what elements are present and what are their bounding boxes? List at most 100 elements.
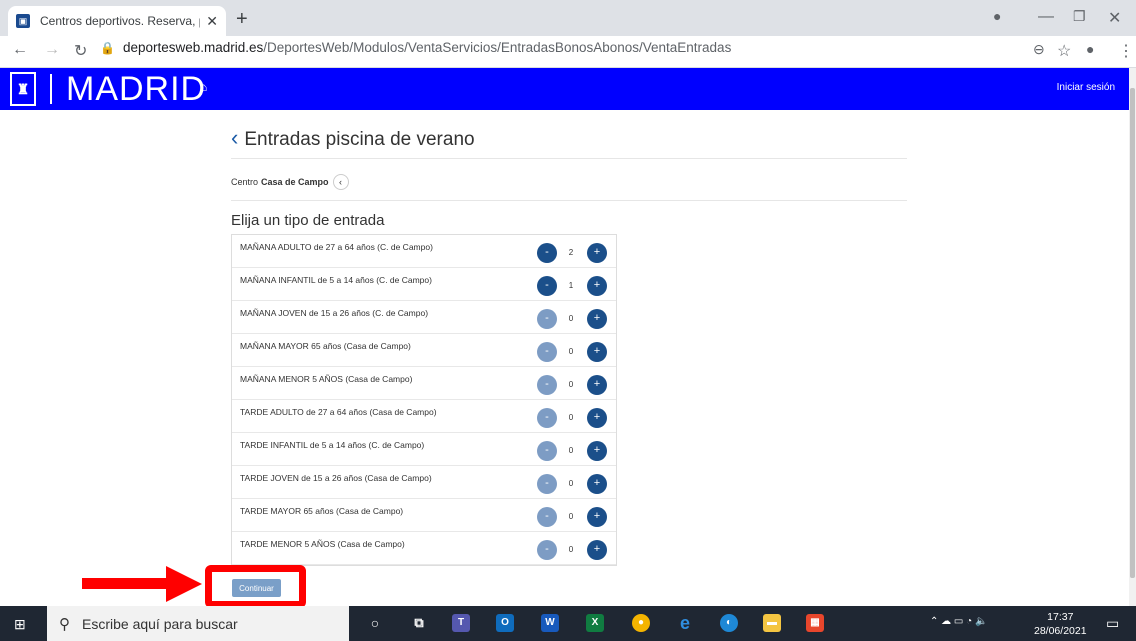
tab-close-icon[interactable]: ✕ bbox=[206, 13, 218, 30]
ticket-row: TARDE JOVEN de 15 a 26 años (Casa de Cam… bbox=[232, 466, 616, 499]
highlight-box bbox=[205, 565, 306, 608]
ticket-row: TARDE ADULTO de 27 a 64 años (Casa de Ca… bbox=[232, 400, 616, 433]
ticket-label: MAÑANA MENOR 5 AÑOS (Casa de Campo) bbox=[240, 374, 413, 384]
ticket-label: MAÑANA INFANTIL de 5 a 14 años (C. de Ca… bbox=[240, 275, 432, 285]
ticket-label: MAÑANA ADULTO de 27 a 64 años (C. de Cam… bbox=[240, 242, 433, 252]
close-window-icon[interactable]: ✕ bbox=[1108, 8, 1121, 28]
lock-icon: 🔒 bbox=[100, 41, 115, 55]
taskbar-search[interactable]: ⚲ Escribe aquí para buscar bbox=[47, 606, 349, 641]
increment-button[interactable]: + bbox=[587, 408, 607, 428]
edge-icon[interactable]: ◐ bbox=[720, 614, 738, 632]
ticket-row: MAÑANA MAYOR 65 años (Casa de Campo) - 0 + bbox=[232, 334, 616, 367]
ticket-quantity: 0 bbox=[568, 314, 574, 323]
decrement-button[interactable]: - bbox=[537, 408, 557, 428]
taskbar-clock[interactable]: 17:37 28/06/2021 bbox=[1034, 610, 1087, 638]
ticket-label: TARDE INFANTIL de 5 a 14 años (C. de Cam… bbox=[240, 440, 425, 450]
decrement-button[interactable]: - bbox=[537, 309, 557, 329]
increment-button[interactable]: + bbox=[587, 507, 607, 527]
site-header: ♜ MADRID ⌂ Iniciar sesión bbox=[0, 68, 1129, 110]
red-arrow-icon bbox=[82, 566, 202, 602]
cortana-icon[interactable]: ○ bbox=[366, 614, 384, 632]
ticket-quantity: 0 bbox=[568, 347, 574, 356]
tab-title: Centros deportivos. Reserva, pag bbox=[40, 14, 200, 28]
profile-icon[interactable]: ● bbox=[993, 8, 1001, 24]
bookmark-star-icon[interactable]: ☆ bbox=[1057, 41, 1071, 61]
increment-button[interactable]: + bbox=[587, 276, 607, 296]
forward-arrow-icon[interactable]: → bbox=[44, 41, 60, 59]
system-tray-icons[interactable]: ⌃ ☁ ▭ ◔ 🔈 bbox=[930, 616, 987, 627]
page-title-row: ‹ Entradas piscina de verano bbox=[231, 125, 475, 151]
menu-kebab-icon[interactable]: ⋮ bbox=[1118, 41, 1134, 61]
url-field[interactable]: 🔒 deportesweb.madrid.es/DeportesWeb/Modul… bbox=[100, 40, 731, 55]
header-divider bbox=[50, 74, 52, 104]
back-chevron-icon[interactable]: ‹ bbox=[231, 125, 238, 150]
restore-icon[interactable]: ❐ bbox=[1073, 8, 1086, 25]
decrement-button[interactable]: - bbox=[537, 375, 557, 395]
home-icon[interactable]: ⌂ bbox=[200, 80, 207, 94]
decrement-button[interactable]: - bbox=[537, 540, 557, 560]
account-icon[interactable]: ● bbox=[1086, 41, 1094, 57]
notification-icon[interactable]: ▭ bbox=[1106, 615, 1119, 632]
ticket-quantity: 0 bbox=[568, 512, 574, 521]
ticket-label: MAÑANA MAYOR 65 años (Casa de Campo) bbox=[240, 341, 411, 351]
ticket-label: MAÑANA JOVEN de 15 a 26 años (C. de Camp… bbox=[240, 308, 429, 318]
increment-button[interactable]: + bbox=[587, 375, 607, 395]
arrow-shaft bbox=[82, 578, 168, 589]
outlook-icon[interactable]: O bbox=[496, 614, 514, 632]
task-view-icon[interactable]: ⧉ bbox=[410, 614, 428, 632]
page-scrollbar[interactable] bbox=[1129, 68, 1136, 606]
ticket-row: MAÑANA JOVEN de 15 a 26 años (C. de Camp… bbox=[232, 301, 616, 334]
clock-date: 28/06/2021 bbox=[1034, 625, 1087, 637]
change-centro-button[interactable]: ‹ bbox=[332, 174, 349, 190]
search-placeholder: Escribe aquí para buscar bbox=[82, 615, 238, 632]
increment-button[interactable]: + bbox=[587, 243, 607, 263]
increment-button[interactable]: + bbox=[587, 540, 607, 560]
store-icon[interactable]: ▦ bbox=[806, 614, 824, 632]
reload-icon[interactable]: ↻ bbox=[74, 41, 87, 61]
increment-button[interactable]: + bbox=[587, 441, 607, 461]
excel-icon[interactable]: X bbox=[586, 614, 604, 632]
browser-tab[interactable]: ▣ Centros deportivos. Reserva, pag ✕ bbox=[8, 6, 226, 36]
chrome-icon[interactable]: ● bbox=[632, 614, 650, 632]
word-icon[interactable]: W bbox=[541, 614, 559, 632]
windows-start-icon[interactable]: ⊞ bbox=[14, 616, 26, 633]
divider bbox=[231, 200, 907, 201]
ticket-quantity: 0 bbox=[568, 446, 574, 455]
scrollbar-thumb[interactable] bbox=[1130, 88, 1135, 578]
decrement-button[interactable]: - bbox=[537, 507, 557, 527]
ticket-label: TARDE MAYOR 65 años (Casa de Campo) bbox=[240, 506, 404, 516]
new-tab-button[interactable]: + bbox=[236, 8, 248, 31]
login-link[interactable]: Iniciar sesión bbox=[1057, 82, 1115, 93]
windows-taskbar: ⊞ ⚲ Escribe aquí para buscar ○ ⧉ T O W X… bbox=[0, 606, 1136, 641]
madrid-crest-icon[interactable]: ♜ bbox=[10, 72, 36, 106]
ticket-row: MAÑANA INFANTIL de 5 a 14 años (C. de Ca… bbox=[232, 268, 616, 301]
teams-icon[interactable]: T bbox=[452, 614, 470, 632]
file-explorer-icon[interactable]: ▬ bbox=[763, 614, 781, 632]
ticket-row: MAÑANA ADULTO de 27 a 64 años (C. de Cam… bbox=[232, 235, 616, 268]
ticket-quantity: 0 bbox=[568, 479, 574, 488]
ticket-quantity: 2 bbox=[568, 248, 574, 257]
decrement-button[interactable]: - bbox=[537, 342, 557, 362]
browser-tab-strip: ▣ Centros deportivos. Reserva, pag ✕ + ●… bbox=[0, 0, 1136, 36]
ticket-row: TARDE INFANTIL de 5 a 14 años (C. de Cam… bbox=[232, 433, 616, 466]
centro-label: Centro bbox=[231, 177, 259, 187]
divider bbox=[231, 158, 907, 159]
back-arrow-icon[interactable]: ← bbox=[12, 41, 28, 59]
page-title: Entradas piscina de verano bbox=[244, 129, 475, 150]
decrement-button[interactable]: - bbox=[537, 243, 557, 263]
minimize-icon[interactable]: — bbox=[1038, 8, 1054, 26]
internet-explorer-icon[interactable]: e bbox=[676, 614, 694, 632]
zoom-icon[interactable]: ⊖ bbox=[1033, 41, 1045, 58]
madrid-favicon-icon: ▣ bbox=[16, 14, 30, 28]
increment-button[interactable]: + bbox=[587, 474, 607, 494]
decrement-button[interactable]: - bbox=[537, 276, 557, 296]
site-title[interactable]: MADRID bbox=[66, 70, 206, 109]
ticket-row: TARDE MAYOR 65 años (Casa de Campo) - 0 + bbox=[232, 499, 616, 532]
ticket-row: MAÑANA MENOR 5 AÑOS (Casa de Campo) - 0 + bbox=[232, 367, 616, 400]
clock-time: 17:37 bbox=[1047, 611, 1074, 623]
increment-button[interactable]: + bbox=[587, 342, 607, 362]
centro-row: Centro Casa de Campo ‹ bbox=[231, 174, 349, 190]
increment-button[interactable]: + bbox=[587, 309, 607, 329]
decrement-button[interactable]: - bbox=[537, 441, 557, 461]
decrement-button[interactable]: - bbox=[537, 474, 557, 494]
